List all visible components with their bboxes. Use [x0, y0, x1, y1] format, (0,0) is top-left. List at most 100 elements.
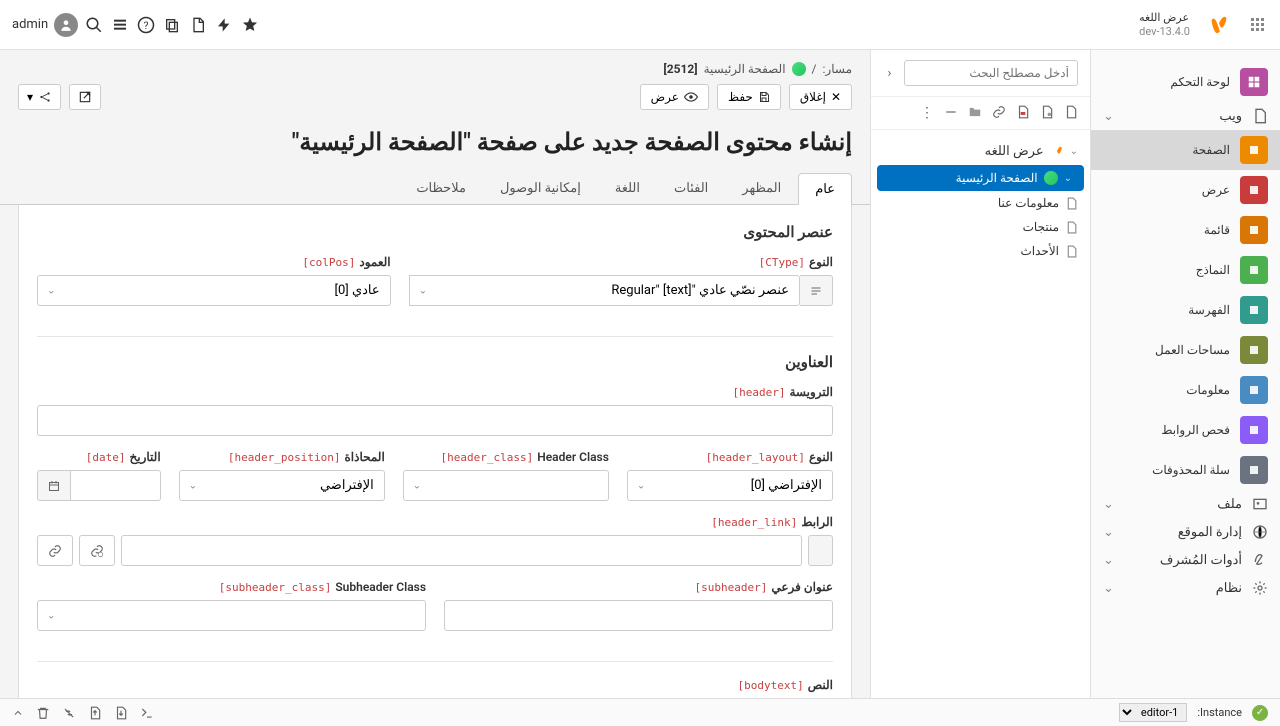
module-item[interactable]: فحص الروابط: [1091, 410, 1280, 450]
breadcrumb-id: [2512]: [663, 62, 697, 76]
ctype-icon[interactable]: [800, 275, 833, 306]
module-label: لوحة التحكم: [1170, 75, 1230, 89]
document-icon[interactable]: [188, 15, 208, 35]
instance-select[interactable]: editor-1: [1119, 703, 1187, 722]
tab[interactable]: إمكانية الوصول: [483, 172, 598, 204]
expand-icon[interactable]: [12, 707, 24, 719]
module-section-web[interactable]: ويب ⌄: [1091, 102, 1280, 130]
header-layout-select[interactable]: [627, 470, 833, 501]
module-section[interactable]: ملف ⌄: [1091, 490, 1280, 518]
module-section[interactable]: أدوات المُشرف⌄: [1091, 546, 1280, 574]
tab[interactable]: المظهر: [725, 172, 798, 204]
header-position-select[interactable]: [179, 470, 385, 501]
share-button[interactable]: ▾: [18, 84, 61, 110]
topbar-brand-area: عرض اللغه dev-13.4.0: [1139, 11, 1268, 37]
lightning-icon[interactable]: [214, 15, 234, 35]
divider-icon[interactable]: [944, 105, 958, 121]
terminal-icon[interactable]: [140, 706, 154, 720]
module-item[interactable]: الصفحة: [1091, 130, 1280, 170]
tab[interactable]: عام: [798, 173, 852, 205]
breadcrumb-page: الصفحة الرئيسية: [704, 62, 786, 76]
save-button[interactable]: حفظ: [717, 84, 781, 110]
page-icon: [1065, 197, 1078, 210]
more-icon[interactable]: ⋮: [920, 105, 934, 121]
chevron-down-icon: ⌄: [1103, 497, 1114, 512]
module-label: فحص الروابط: [1161, 423, 1230, 437]
header-input[interactable]: [37, 405, 833, 436]
copy-icon[interactable]: [162, 15, 182, 35]
page-t3d-icon[interactable]: [1016, 105, 1030, 121]
tab[interactable]: الفئات: [657, 172, 725, 204]
module-item[interactable]: قائمة: [1091, 210, 1280, 250]
section-label: ملف: [1217, 497, 1242, 512]
version-block: عرض اللغه dev-13.4.0: [1139, 11, 1190, 37]
section-title: العناوين: [37, 353, 833, 371]
link-wizard-button[interactable]: [79, 535, 115, 566]
subheader-class-select[interactable]: [37, 600, 426, 631]
apps-grid-icon[interactable]: [1248, 15, 1268, 35]
module-section[interactable]: نظام⌄: [1091, 574, 1280, 602]
topbar-tools: ? admin: [12, 13, 260, 37]
tree-leaf[interactable]: الأحداث: [871, 239, 1090, 263]
search-icon[interactable]: [84, 15, 104, 35]
page-link-icon[interactable]: [992, 105, 1006, 121]
section-label: أدوات المُشرف: [1160, 553, 1242, 568]
section-icon: [1252, 108, 1268, 124]
view-button[interactable]: عرض: [640, 84, 709, 110]
colpos-select[interactable]: [37, 275, 391, 306]
module-label: النماذج: [1196, 263, 1230, 277]
section-icon: [1252, 496, 1268, 512]
list-icon[interactable]: [110, 15, 130, 35]
module-item[interactable]: عرض: [1091, 170, 1280, 210]
pagetree-toolbar: ⋮: [871, 97, 1090, 130]
module-item[interactable]: معلومات: [1091, 370, 1280, 410]
folder-icon[interactable]: [968, 105, 982, 121]
section-title: عنصر المحتوى: [37, 223, 833, 241]
unlink-icon[interactable]: [62, 706, 76, 720]
section-label: إدارة الموقع: [1178, 525, 1242, 540]
collapse-tree-icon[interactable]: ‹: [883, 63, 896, 83]
status-indicator-icon[interactable]: ✓: [1252, 705, 1268, 721]
breadcrumb-sep: /: [812, 62, 817, 76]
module-item[interactable]: سلة المحذوفات: [1091, 450, 1280, 490]
header-link-input[interactable]: [121, 535, 802, 566]
tab[interactable]: ملاحظات: [399, 172, 483, 204]
tree-leaf[interactable]: معلومات عنا: [871, 191, 1090, 215]
tab[interactable]: اللغة: [598, 172, 657, 204]
module-dashboard[interactable]: لوحة التحكم: [1091, 62, 1280, 102]
subheader-input[interactable]: [444, 600, 833, 631]
module-section[interactable]: إدارة الموقع⌄: [1091, 518, 1280, 546]
section-label: ويب: [1219, 109, 1242, 124]
new-page-icon[interactable]: [1064, 105, 1078, 121]
link-button[interactable]: [37, 535, 73, 566]
chevron-down-icon: ⌄: [1103, 581, 1114, 596]
help-icon[interactable]: ?: [136, 15, 156, 35]
close-button[interactable]: ✕إغلاق: [789, 84, 852, 110]
calendar-icon[interactable]: [37, 470, 70, 501]
header-class-label: Header Class[header_class]: [403, 450, 609, 464]
user-menu[interactable]: admin: [12, 13, 78, 37]
subheader-class-label: Subheader Class[subheader_class]: [37, 580, 426, 594]
download-icon[interactable]: [114, 706, 128, 720]
module-item[interactable]: الفهرسة: [1091, 290, 1280, 330]
section-bodytext: النص[bodytext] فقرة ⌄ الأنماط ⌄ B I X2 X…: [37, 678, 833, 698]
pagetree-search-input[interactable]: [904, 60, 1078, 86]
header-class-select[interactable]: [403, 470, 609, 501]
date-input[interactable]: [70, 470, 161, 501]
version-string: dev-13.4.0: [1139, 25, 1190, 38]
chevron-down-icon: ⌄: [1070, 146, 1078, 157]
tree-leaf-label: منتجات: [1023, 220, 1059, 234]
upload-icon[interactable]: [88, 706, 102, 720]
ctype-select[interactable]: [409, 275, 800, 306]
filter-icon[interactable]: [1040, 105, 1054, 121]
open-new-button[interactable]: [69, 84, 101, 110]
module-item[interactable]: النماذج: [1091, 250, 1280, 290]
tree-node-selected[interactable]: ⌄ الصفحة الرئيسية: [877, 165, 1084, 191]
tree-leaf-label: الأحداث: [1020, 244, 1059, 258]
module-item[interactable]: مساحات العمل: [1091, 330, 1280, 370]
tree-leaf[interactable]: منتجات: [871, 215, 1090, 239]
tree-root[interactable]: ⌄ عرض اللغه: [871, 138, 1090, 165]
star-icon[interactable]: [240, 15, 260, 35]
typo3-mini-icon: [1050, 145, 1064, 159]
trash-icon[interactable]: [36, 706, 50, 720]
